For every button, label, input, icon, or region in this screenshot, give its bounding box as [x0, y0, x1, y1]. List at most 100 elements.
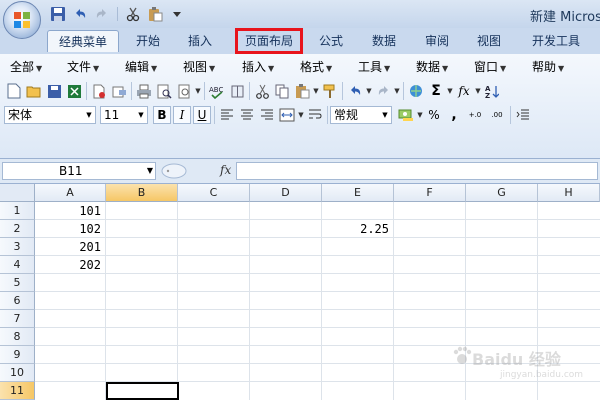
menu-help[interactable]: 帮助 ▼	[532, 57, 564, 77]
tab-home[interactable]: 开始	[124, 30, 172, 52]
column-header-d[interactable]: D	[250, 184, 322, 202]
format-painter-icon[interactable]	[320, 81, 340, 101]
font-size-combo[interactable]: 11 ▼	[100, 106, 148, 124]
row-header-7[interactable]: 7	[0, 310, 35, 328]
menu-window[interactable]: 窗口 ▼	[474, 57, 506, 77]
paste-icon[interactable]	[292, 81, 312, 101]
select-all-corner[interactable]	[0, 184, 35, 202]
column-header-b[interactable]: B	[106, 184, 178, 202]
undo-icon[interactable]	[70, 5, 90, 23]
menu-format[interactable]: 格式 ▼	[300, 57, 332, 77]
row-header-9[interactable]: 9	[0, 346, 35, 364]
indent-icon[interactable]	[513, 105, 533, 125]
chevron-down-icon[interactable]: ▼	[147, 163, 153, 179]
redo-icon[interactable]	[373, 81, 393, 101]
active-cell-b11[interactable]	[106, 382, 179, 400]
row-header-5[interactable]: 5	[0, 274, 35, 292]
menu-all[interactable]: 全部 ▼	[10, 57, 42, 77]
office-button[interactable]	[3, 1, 41, 39]
chevron-down-icon[interactable]: ▼	[393, 87, 401, 95]
merge-center-icon[interactable]	[277, 105, 297, 125]
font-name-combo[interactable]: 宋体 ▼	[4, 106, 96, 124]
row-header-3[interactable]: 3	[0, 238, 35, 256]
decrease-decimal-button[interactable]: .00	[486, 105, 508, 125]
research-book-icon[interactable]	[227, 81, 247, 101]
column-header-h[interactable]: H	[538, 184, 600, 202]
row-header-10[interactable]: 10	[0, 364, 35, 382]
chevron-down-icon[interactable]: ▼	[297, 111, 305, 119]
chevron-down-icon[interactable]: ▼	[83, 107, 95, 123]
insert-function-icon[interactable]: fx	[454, 81, 474, 101]
tab-review[interactable]: 审阅	[414, 30, 460, 52]
chevron-down-icon[interactable]: ▼	[194, 87, 202, 95]
sort-ascending-icon[interactable]: AZ	[482, 81, 502, 101]
align-left-icon[interactable]	[217, 105, 237, 125]
cell-a3[interactable]: 201	[35, 238, 105, 256]
cell-e2[interactable]: 2.25	[322, 220, 393, 238]
insert-function-button[interactable]: fx	[220, 163, 231, 177]
redo-icon[interactable]	[92, 5, 112, 23]
italic-button[interactable]: I	[173, 106, 191, 124]
cell-a2[interactable]: 102	[35, 220, 105, 238]
align-center-icon[interactable]	[237, 105, 257, 125]
email-icon[interactable]	[109, 81, 129, 101]
spelling-icon[interactable]: ABC	[207, 81, 227, 101]
percent-button[interactable]: %	[424, 105, 444, 125]
increase-decimal-button[interactable]: +.0	[464, 105, 486, 125]
excel-icon[interactable]	[64, 81, 84, 101]
tab-data[interactable]: 数据	[360, 30, 408, 52]
chevron-down-icon[interactable]: ▼	[312, 87, 320, 95]
formula-input[interactable]	[236, 162, 598, 180]
new-icon[interactable]	[4, 81, 24, 101]
tab-classic-menu[interactable]: 经典菜单	[47, 30, 119, 52]
bold-button[interactable]: B	[153, 106, 171, 124]
print-icon[interactable]	[134, 81, 154, 101]
row-header-4[interactable]: 4	[0, 256, 35, 274]
hyperlink-icon[interactable]	[406, 81, 426, 101]
menu-file[interactable]: 文件 ▼	[67, 57, 99, 77]
name-box[interactable]: B11 ▼	[2, 162, 156, 180]
wrap-text-icon[interactable]	[305, 105, 325, 125]
column-header-e[interactable]: E	[322, 184, 394, 202]
print-preview-icon[interactable]	[154, 81, 174, 101]
chevron-down-icon[interactable]: ▼	[474, 87, 482, 95]
cut-icon[interactable]	[123, 5, 143, 23]
chevron-down-icon[interactable]: ▼	[379, 107, 391, 123]
column-header-a[interactable]: A	[35, 184, 106, 202]
permission-icon[interactable]	[89, 81, 109, 101]
menu-insert[interactable]: 插入 ▼	[242, 57, 274, 77]
row-header-11[interactable]: 11	[0, 382, 35, 400]
comma-button[interactable]: ,	[444, 105, 464, 125]
autosum-icon[interactable]: Σ	[426, 81, 446, 101]
customize-qat-icon[interactable]	[167, 5, 187, 23]
cell-a1[interactable]: 101	[35, 202, 105, 220]
column-header-f[interactable]: F	[394, 184, 466, 202]
row-header-2[interactable]: 2	[0, 220, 35, 238]
research-icon[interactable]	[174, 81, 194, 101]
column-header-c[interactable]: C	[178, 184, 250, 202]
row-header-6[interactable]: 6	[0, 292, 35, 310]
underline-button[interactable]: U	[193, 106, 211, 124]
align-right-icon[interactable]	[257, 105, 277, 125]
chevron-down-icon[interactable]: ▼	[446, 87, 454, 95]
copy-icon[interactable]	[272, 81, 292, 101]
undo-icon[interactable]	[345, 81, 365, 101]
tab-insert[interactable]: 插入	[176, 30, 224, 52]
chevron-down-icon[interactable]: ▼	[135, 107, 147, 123]
menu-view[interactable]: 视图 ▼	[183, 57, 215, 77]
row-header-8[interactable]: 8	[0, 328, 35, 346]
menu-data[interactable]: 数据 ▼	[416, 57, 448, 77]
cell-a4[interactable]: 202	[35, 256, 105, 274]
tab-developer[interactable]: 开发工具	[524, 30, 588, 52]
cut-icon[interactable]	[252, 81, 272, 101]
row-header-1[interactable]: 1	[0, 202, 35, 220]
tab-view[interactable]: 视图	[466, 30, 512, 52]
currency-icon[interactable]	[396, 105, 416, 125]
save-icon[interactable]	[48, 5, 68, 23]
tab-formulas[interactable]: 公式	[308, 30, 354, 52]
chevron-down-icon[interactable]: ▼	[416, 111, 424, 119]
number-format-combo[interactable]: 常规 ▼	[330, 106, 392, 124]
expand-handle-icon[interactable]	[160, 162, 190, 180]
open-icon[interactable]	[24, 81, 44, 101]
menu-edit[interactable]: 编辑 ▼	[125, 57, 157, 77]
